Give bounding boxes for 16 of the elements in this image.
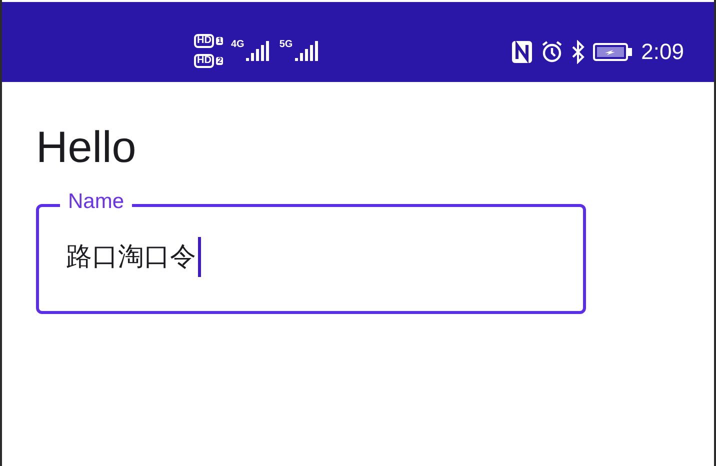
clock-time: 2:09	[641, 41, 684, 63]
hd-badge: HD	[194, 34, 214, 48]
signal-icon	[245, 40, 270, 62]
sim-slot-badge: 1	[216, 37, 223, 45]
network-type: 5G	[279, 40, 293, 50]
sim-slot-badge: 2	[216, 57, 223, 65]
bluetooth-icon	[571, 40, 586, 64]
alarm-clock-icon	[541, 40, 564, 64]
network-type: 4G	[231, 40, 244, 50]
field-value: 路口淘口令	[66, 240, 196, 274]
battery-icon	[593, 42, 634, 62]
nfc-icon	[511, 40, 534, 64]
page-title: Hello	[36, 126, 136, 170]
hd-badge: HD	[194, 54, 214, 68]
text-cursor	[198, 237, 201, 277]
signal-icon	[294, 40, 318, 62]
